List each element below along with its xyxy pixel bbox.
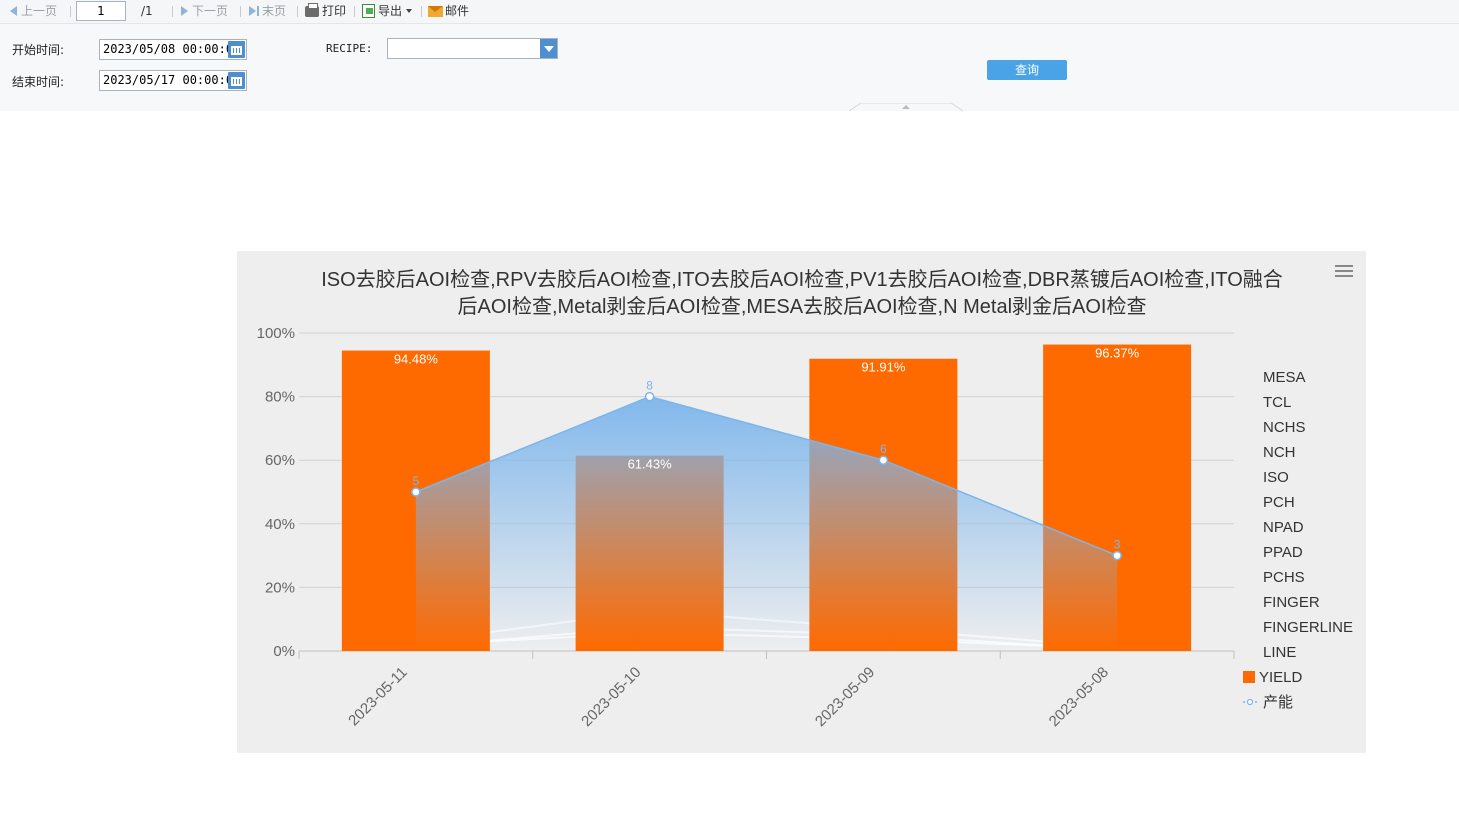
next-page-icon xyxy=(181,6,188,16)
yield-data-label: 61.43% xyxy=(628,457,673,472)
legend-yield-swatch xyxy=(1243,671,1255,683)
legend-item[interactable]: ISO xyxy=(1263,469,1289,486)
legend-capacity-marker xyxy=(1246,698,1254,706)
export-button[interactable]: 导出 xyxy=(362,0,413,22)
legend-item[interactable]: YIELD xyxy=(1259,669,1303,686)
legend-item[interactable]: FINGERLINE xyxy=(1263,619,1353,636)
y-tick-label: 40% xyxy=(265,516,295,533)
toolbar-separator xyxy=(172,6,173,17)
legend-item[interactable]: PCHS xyxy=(1263,569,1305,586)
query-button[interactable]: 查询 xyxy=(987,60,1067,80)
start-time-label: 开始时间: xyxy=(12,43,65,57)
page-number-input[interactable]: 1 xyxy=(76,1,126,21)
capacity-point[interactable] xyxy=(644,391,655,402)
toolbar-separator xyxy=(421,6,422,17)
export-icon xyxy=(362,4,375,18)
y-tick-label: 0% xyxy=(273,643,295,660)
prev-page-label: 上一页 xyxy=(21,3,58,18)
calendar-icon[interactable] xyxy=(228,72,245,89)
capacity-data-label: 3 xyxy=(1114,538,1121,552)
export-label: 导出 xyxy=(378,3,403,18)
y-tick-label: 80% xyxy=(265,389,295,406)
capacity-data-label: 8 xyxy=(646,379,653,393)
legend-item[interactable]: NPAD xyxy=(1263,519,1304,536)
next-page-label: 下一页 xyxy=(192,3,229,18)
mail-button[interactable]: 邮件 xyxy=(428,0,469,22)
capacity-point[interactable] xyxy=(878,455,889,465)
legend-item[interactable]: FINGER xyxy=(1263,594,1320,611)
toolbar-separator xyxy=(297,6,298,17)
last-page-icon xyxy=(249,6,256,16)
legend-item[interactable]: 产能 xyxy=(1263,694,1293,711)
legend-item[interactable]: MESA xyxy=(1263,369,1306,386)
legend-item[interactable]: TCL xyxy=(1263,394,1291,411)
toolbar-separator xyxy=(240,6,241,17)
start-time-input[interactable]: 2023/05/08 00:00:00 xyxy=(99,39,247,60)
end-time-input[interactable]: 2023/05/17 00:00:00 xyxy=(99,70,247,91)
mail-label: 邮件 xyxy=(445,3,470,18)
legend-item[interactable]: LINE xyxy=(1263,644,1296,661)
next-page-button[interactable]: 下一页 xyxy=(181,0,228,22)
chevron-down-icon xyxy=(406,9,413,13)
page-total: /1 xyxy=(141,3,153,18)
capacity-point[interactable] xyxy=(411,487,421,497)
legend-item[interactable]: PPAD xyxy=(1263,544,1303,561)
calendar-icon[interactable] xyxy=(228,41,245,58)
yield-chart: ISO去胶后AOI检查,RPV去胶后AOI检查,ITO去胶后AOI检查,PV1去… xyxy=(237,251,1366,753)
report-toolbar: 上一页 1 /1 下一页 末页 打印 导出 邮件 xyxy=(0,0,1459,24)
mail-icon xyxy=(428,5,443,17)
chart-canvas: 0% 20% 40% 60% 80% 100% 2023-05-11 2023-05-10 20… xyxy=(257,325,1353,730)
print-label: 打印 xyxy=(322,3,347,18)
end-time-label: 结束时间: xyxy=(12,75,65,89)
end-time-value: 2023/05/17 00:00:00 xyxy=(103,73,241,87)
chevron-down-icon[interactable] xyxy=(540,39,557,58)
x-tick-label: 2023-05-08 xyxy=(1046,664,1112,730)
recipe-select[interactable] xyxy=(387,38,558,59)
y-tick-label: 20% xyxy=(265,579,295,596)
legend-item[interactable]: NCH xyxy=(1263,444,1296,461)
x-tick-label: 2023-05-11 xyxy=(345,664,410,729)
yield-data-label: 91.91% xyxy=(861,360,906,375)
recipe-label: RECIPE: xyxy=(326,42,373,55)
collapse-panel-handle[interactable] xyxy=(849,103,963,112)
last-page-label: 末页 xyxy=(262,3,287,18)
capacity-data-label: 6 xyxy=(880,442,887,456)
x-tick-label: 2023-05-09 xyxy=(812,664,878,730)
y-tick-label: 100% xyxy=(257,325,295,342)
toolbar-separator xyxy=(70,6,71,17)
printer-icon xyxy=(305,2,319,17)
capacity-area xyxy=(415,396,1118,651)
capacity-point[interactable] xyxy=(1112,550,1122,561)
toolbar-separator xyxy=(354,6,355,17)
filter-panel: 开始时间: 2023/05/08 00:00:00 结束时间: 2023/05/… xyxy=(0,24,1459,112)
capacity-data-label: 5 xyxy=(413,474,420,488)
legend-item[interactable]: PCH xyxy=(1263,494,1295,511)
x-tick-label: 2023-05-10 xyxy=(578,664,644,730)
legend-item[interactable]: NCHS xyxy=(1263,419,1306,436)
y-tick-label: 60% xyxy=(265,452,295,469)
last-page-bar-icon xyxy=(257,6,259,16)
last-page-button[interactable]: 末页 xyxy=(249,0,286,22)
yield-data-label: 96.37% xyxy=(1095,346,1140,361)
prev-page-icon xyxy=(10,6,17,16)
start-time-value: 2023/05/08 00:00:00 xyxy=(103,42,241,56)
print-button[interactable]: 打印 xyxy=(305,0,346,22)
prev-page-button[interactable]: 上一页 xyxy=(10,0,57,22)
yield-data-label: 94.48% xyxy=(394,352,439,367)
